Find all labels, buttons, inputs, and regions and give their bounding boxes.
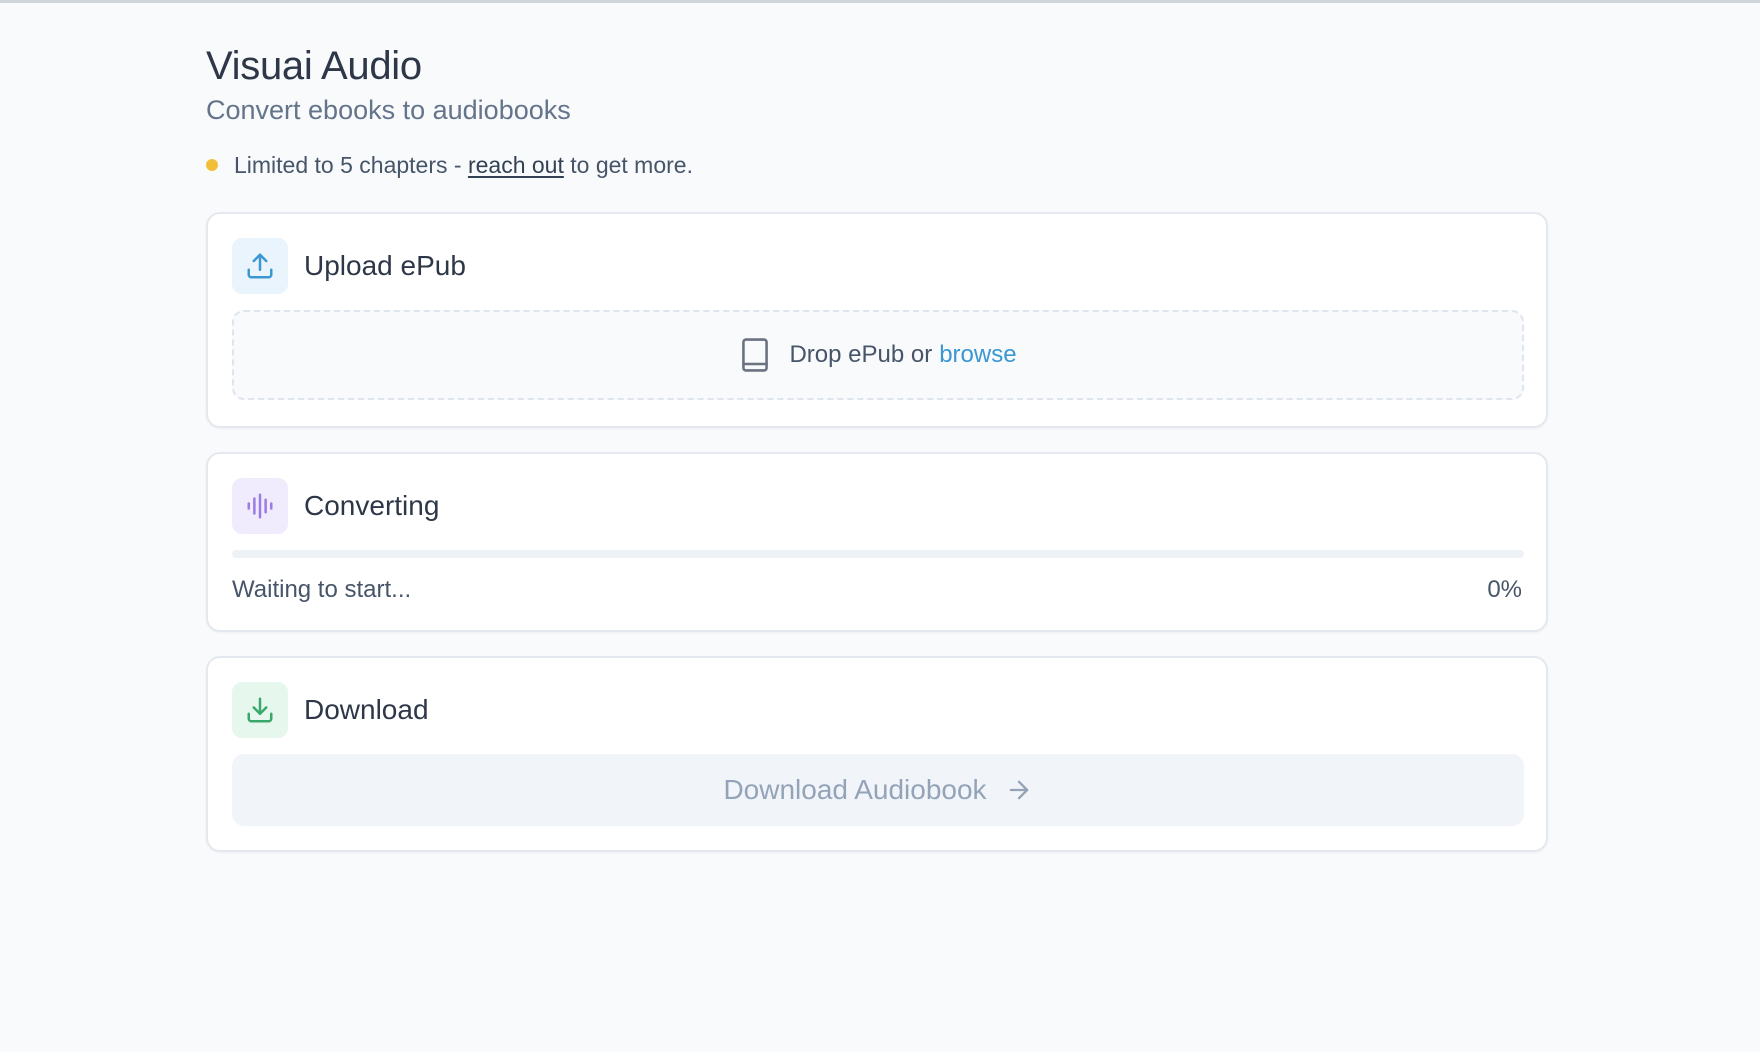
upload-card-header: Upload ePub — [232, 238, 466, 294]
app-container: Visuai Audio Convert ebooks to audiobook… — [206, 40, 1550, 852]
window-top-border — [0, 0, 1760, 3]
notice-prefix: Limited to 5 chapters - — [234, 151, 462, 178]
converting-card: Converting Waiting to start... 0% — [206, 452, 1548, 632]
upload-card: Upload ePub Drop ePub or browse — [206, 212, 1548, 428]
download-card-header: Download — [232, 682, 429, 738]
conversion-progress-bar — [232, 550, 1524, 558]
notice-suffix: to get more. — [570, 151, 693, 178]
converting-card-title: Converting — [304, 490, 440, 521]
arrow-right-icon — [1005, 776, 1033, 804]
download-icon — [232, 682, 288, 738]
app-title: Visuai Audio — [206, 44, 422, 88]
book-icon — [739, 337, 771, 373]
download-audiobook-button[interactable]: Download Audiobook — [232, 754, 1524, 826]
chapter-limit-notice: Limited to 5 chapters - reach out to get… — [206, 148, 1550, 182]
audio-waveform-icon — [232, 478, 288, 534]
download-button-label: Download Audiobook — [723, 774, 987, 805]
conversion-status-text: Waiting to start... — [232, 576, 412, 603]
download-card-title: Download — [304, 694, 429, 725]
browse-link[interactable]: browse — [939, 341, 1016, 369]
app-subtitle: Convert ebooks to audiobooks — [206, 95, 571, 125]
dropzone-text: Drop ePub or — [789, 341, 933, 368]
reach-out-link[interactable]: reach out — [468, 152, 564, 179]
upload-card-title: Upload ePub — [304, 250, 466, 281]
converting-card-header: Converting — [232, 478, 439, 534]
download-card: Download Download Audiobook — [206, 656, 1548, 852]
conversion-percent: 0% — [1487, 576, 1522, 603]
epub-dropzone[interactable]: Drop ePub or browse — [232, 310, 1524, 400]
status-dot — [206, 159, 218, 171]
upload-icon — [232, 238, 288, 294]
